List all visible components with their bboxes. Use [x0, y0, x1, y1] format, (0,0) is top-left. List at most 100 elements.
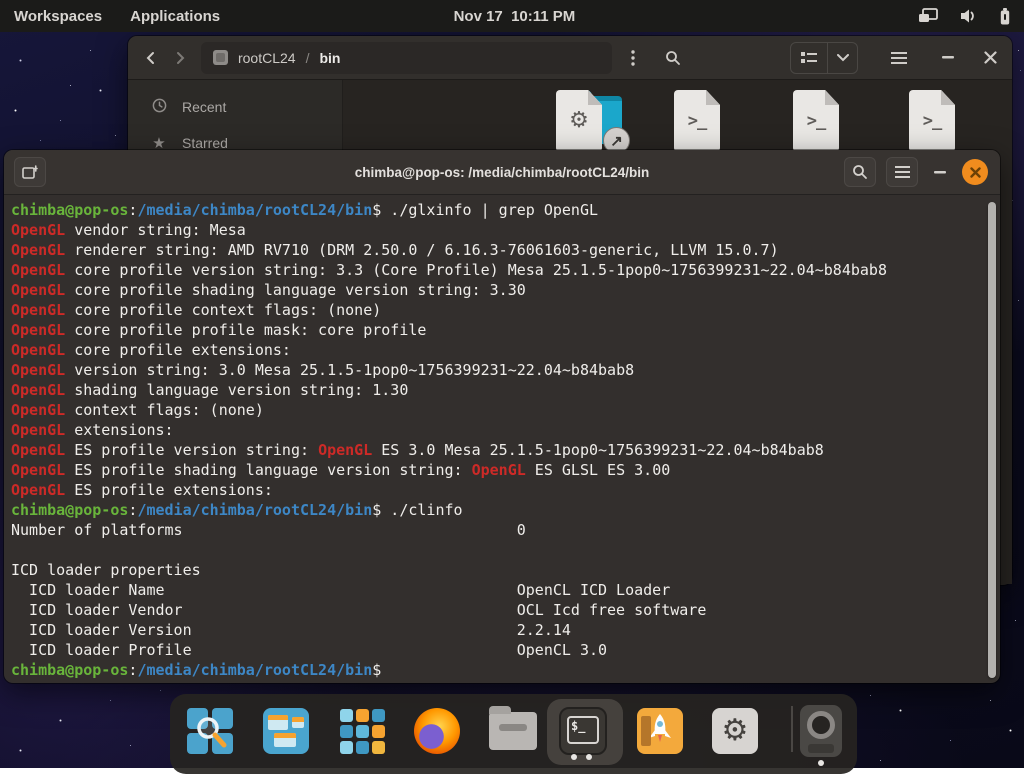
app-menu-button[interactable]	[882, 43, 916, 73]
terminal-line: ICD loader Profile OpenCL 3.0	[11, 641, 608, 659]
top-panel: Workspaces Applications Nov 17 10:11 PM	[0, 0, 1024, 32]
dock-item-files[interactable]	[482, 700, 544, 762]
terminal-line: OpenGL renderer string: AMD RV710 (DRM 2…	[11, 241, 779, 259]
terminal-line: chimba@pop-os:/media/chimba/rootCL24/bin…	[11, 661, 391, 679]
terminal-scrollbar[interactable]	[988, 202, 996, 678]
kebab-menu-icon	[631, 49, 635, 66]
sidebar-item-recent[interactable]: Recent	[134, 90, 336, 124]
drive-icon	[212, 50, 228, 65]
terminal-line: OpenGL core profile context flags: (none…	[11, 301, 382, 319]
display-mirror-icon[interactable]	[918, 8, 938, 24]
terminal-search-button[interactable]	[844, 157, 876, 187]
close-button[interactable]	[976, 43, 1004, 73]
terminal-line: ICD loader Version 2.2.14	[11, 621, 571, 639]
search-icon	[666, 50, 680, 65]
dock-item-firefox[interactable]	[406, 700, 468, 762]
search-icon	[853, 165, 867, 179]
search-button[interactable]	[656, 43, 690, 73]
running-indicator-dot	[586, 754, 592, 760]
files-toolbar	[616, 41, 1004, 74]
dock-item-applications[interactable]	[331, 700, 393, 762]
terminal-line: OpenGL context flags: (none)	[11, 401, 264, 419]
terminal-line: OpenGL core profile version string: 3.3 …	[11, 261, 887, 279]
firefox-icon	[414, 708, 460, 754]
dock-item-pop-shop[interactable]	[629, 700, 691, 762]
terminal-line: ICD loader properties	[11, 561, 201, 579]
files-window-controls	[934, 43, 1004, 73]
terminal-line: OpenGL core profile shading language ver…	[11, 281, 526, 299]
minimize-icon	[934, 170, 946, 173]
breadcrumb-device[interactable]: rootCL24	[238, 50, 296, 66]
new-tab-icon	[22, 165, 38, 179]
dock-item-terminal[interactable]: $_	[552, 700, 614, 762]
terminal-line: chimba@pop-os:/media/chimba/rootCL24/bin…	[11, 201, 599, 219]
applications-menu[interactable]: Applications	[116, 0, 234, 32]
terminal-line: Number of platforms 0	[11, 521, 526, 539]
view-options-button[interactable]	[827, 42, 857, 73]
terminal-menu-button[interactable]	[886, 157, 918, 187]
battery-icon[interactable]	[1000, 7, 1010, 25]
forward-button[interactable]	[165, 43, 194, 73]
breadcrumb-folder[interactable]: bin	[319, 50, 340, 66]
dock-item-launcher[interactable]	[179, 700, 241, 762]
terminal-line: chimba@pop-os:/media/chimba/rootCL24/bin…	[11, 501, 463, 519]
camera-app-icon	[800, 705, 842, 757]
executable-file-icon[interactable]: ⚙	[556, 90, 602, 152]
running-indicator-dot	[571, 754, 577, 760]
close-icon	[969, 166, 981, 178]
terminal-line: OpenGL shading language version string: …	[11, 381, 409, 399]
terminal-icon: $_	[559, 707, 607, 755]
terminal-line: OpenGL core profile profile mask: core p…	[11, 321, 427, 339]
breadcrumb[interactable]: rootCL24 / bin	[200, 41, 612, 74]
view-toggle	[790, 41, 858, 74]
terminal-line: OpenGL core profile extensions:	[11, 341, 291, 359]
settings-gear-icon: ⚙	[712, 708, 758, 754]
recent-clock-icon	[150, 98, 168, 117]
minimize-button[interactable]	[934, 43, 962, 73]
workspaces-overview-icon	[263, 708, 309, 754]
terminal-line: OpenGL ES profile version string: OpenGL…	[11, 441, 824, 459]
list-view-button[interactable]	[791, 43, 827, 73]
terminal-headerbar: chimba@pop-os: /media/chimba/rootCL24/bi…	[4, 150, 1000, 195]
volume-icon[interactable]	[960, 8, 978, 24]
terminal-minimize-button[interactable]	[928, 170, 952, 174]
files-headerbar: rootCL24 / bin	[128, 36, 1012, 80]
terminal-line: OpenGL version string: 3.0 Mesa 25.1.5-1…	[11, 361, 635, 379]
new-tab-button[interactable]	[14, 157, 46, 187]
script-file-icon[interactable]: >_	[793, 90, 839, 152]
script-file-icon[interactable]: >_	[909, 90, 955, 152]
dock-item-camera[interactable]	[790, 700, 852, 762]
system-tray[interactable]	[918, 7, 1010, 25]
terminal-close-button[interactable]	[962, 159, 988, 185]
hamburger-menu-icon	[891, 51, 907, 64]
sidebar-item-label: Starred	[182, 135, 228, 151]
breadcrumb-separator: /	[305, 49, 310, 66]
terminal-line: OpenGL extensions:	[11, 421, 174, 439]
dock: $_ ⚙	[170, 694, 857, 774]
terminal-line: ICD loader Vendor OCL Icd free software	[11, 601, 707, 619]
launcher-search-icon	[187, 708, 233, 754]
close-icon	[983, 51, 997, 64]
running-indicator-dot	[818, 760, 824, 766]
terminal-line: OpenGL vendor string: Mesa	[11, 221, 246, 239]
script-file-icon[interactable]: >_	[674, 90, 720, 152]
dock-item-settings[interactable]: ⚙	[704, 700, 766, 762]
forward-icon	[177, 51, 185, 64]
kebab-menu-button[interactable]	[616, 43, 650, 73]
files-folder-icon	[489, 706, 537, 750]
back-icon	[146, 51, 154, 64]
back-button[interactable]	[136, 43, 165, 73]
terminal-line: ICD loader Name OpenCL ICD Loader	[11, 581, 671, 599]
clock[interactable]: Nov 17 10:11 PM	[454, 8, 576, 25]
terminal-output: chimba@pop-os:/media/chimba/rootCL24/bin…	[4, 195, 1000, 680]
terminal-window-controls	[844, 157, 988, 187]
terminal-line: OpenGL ES profile extensions:	[11, 481, 273, 499]
applications-grid-icon	[339, 708, 385, 754]
terminal-window: chimba@pop-os: /media/chimba/rootCL24/bi…	[4, 150, 1000, 683]
dock-item-workspaces[interactable]	[255, 700, 317, 762]
hamburger-menu-icon	[894, 166, 910, 178]
chevron-down-icon	[836, 53, 849, 61]
workspaces-menu[interactable]: Workspaces	[0, 0, 116, 32]
pop-shop-rocket-icon	[637, 708, 683, 754]
